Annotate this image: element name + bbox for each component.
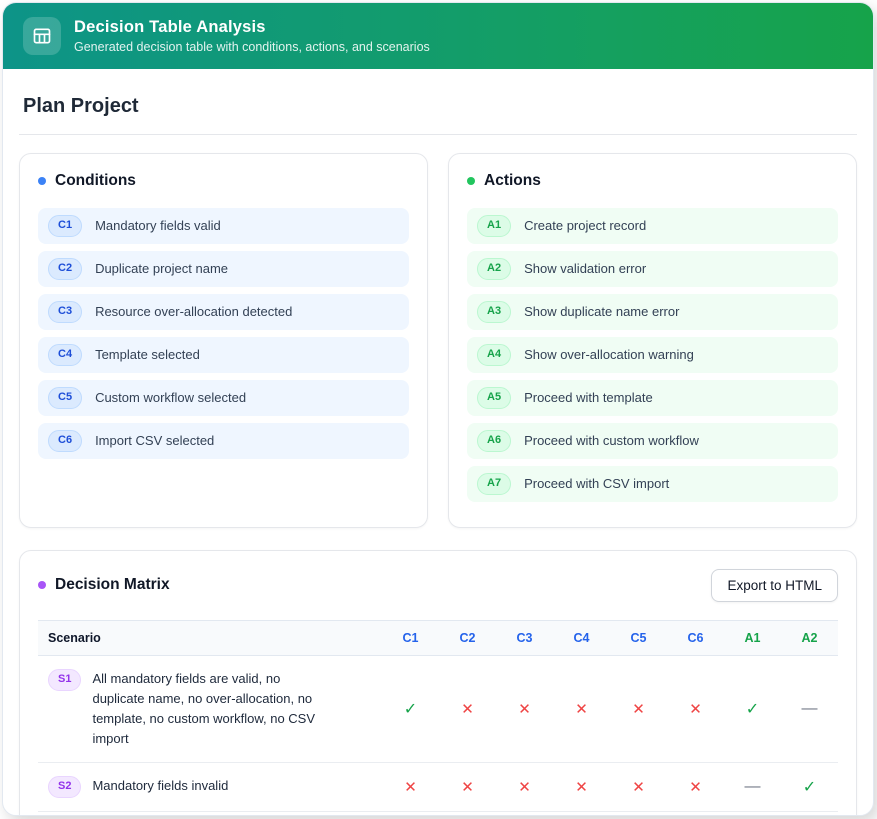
matrix-column-header: A2 [781,621,838,655]
conditions-list: C1 Mandatory fields valid C2 Duplicate p… [38,208,409,459]
conditions-dot-icon [38,177,46,185]
matrix-mark-no: ✕ [632,778,645,796]
matrix-mark-no: ✕ [461,778,474,796]
matrix-column-header: C5 [610,621,667,655]
main-content: Plan Project Conditions C1 Mandatory fie… [3,69,873,816]
condition-badge: C1 [48,215,82,237]
action-item: A7 Proceed with CSV import [467,466,838,502]
action-badge: A7 [477,473,511,495]
matrix-header-row: Scenario C1 C2 C3 C4 C5 C6 A1 A2 [38,620,838,656]
decision-matrix-title-group: Decision Matrix [38,576,170,594]
matrix-column-header: C3 [496,621,553,655]
action-item: A6 Proceed with custom workflow [467,423,838,459]
scenario-badge: S2 [48,776,81,798]
matrix-mark-no: ✕ [575,700,588,718]
condition-item: C3 Resource over-allocation detected [38,294,409,330]
matrix-mark-no: ✕ [461,700,474,718]
action-label: Show validation error [524,261,646,276]
header-text: Decision Table Analysis Generated decisi… [74,18,430,54]
matrix-mark-no: ✕ [689,700,702,718]
actions-card-head: Actions [467,172,838,190]
condition-label: Import CSV selected [95,433,214,448]
decision-matrix-head: Decision Matrix Export to HTML [38,569,838,602]
action-badge: A6 [477,430,511,452]
matrix-mark-yes: ✓ [404,699,417,719]
header-subtitle: Generated decision table with conditions… [74,40,430,54]
condition-item: C2 Duplicate project name [38,251,409,287]
export-to-html-button[interactable]: Export to HTML [711,569,838,602]
header-title: Decision Table Analysis [74,18,430,37]
decision-table-window: Decision Table Analysis Generated decisi… [2,2,874,816]
matrix-column-header: C1 [382,621,439,655]
matrix-mark-no: ✕ [632,700,645,718]
action-item: A3 Show duplicate name error [467,294,838,330]
matrix-column-header: Scenario [38,621,382,655]
action-badge: A4 [477,344,511,366]
decision-matrix-title: Decision Matrix [55,576,170,594]
action-label: Proceed with custom workflow [524,433,699,448]
matrix-column-header: C2 [439,621,496,655]
matrix-mark-no: ✕ [518,778,531,796]
action-label: Proceed with CSV import [524,476,669,491]
conditions-card: Conditions C1 Mandatory fields valid C2 … [19,153,428,528]
matrix-row: S2 Mandatory fields invalid ✕ ✕ ✕ ✕ ✕ ✕ — ✓ [38,763,838,812]
matrix-mark-no: ✕ [518,700,531,718]
decision-matrix-card: Decision Matrix Export to HTML Scenario … [19,550,857,816]
actions-dot-icon [467,177,475,185]
action-item: A2 Show validation error [467,251,838,287]
action-badge: A3 [477,301,511,323]
condition-label: Custom workflow selected [95,390,246,405]
matrix-column-header: C4 [553,621,610,655]
matrix-body: S1 All mandatory fields are valid, no du… [38,656,838,813]
conditions-title: Conditions [55,172,136,190]
scenario-badge: S1 [48,669,81,691]
actions-card: Actions A1 Create project record A2 Show… [448,153,857,528]
matrix-mark-no: ✕ [404,778,417,796]
scenario-label: All mandatory fields are valid, no dupli… [92,669,327,750]
action-item: A1 Create project record [467,208,838,244]
condition-label: Template selected [95,347,200,362]
condition-label: Duplicate project name [95,261,228,276]
matrix-row: S1 All mandatory fields are valid, no du… [38,656,838,764]
app-header: Decision Table Analysis Generated decisi… [3,3,873,69]
action-label: Show over-allocation warning [524,347,694,362]
condition-badge: C4 [48,344,82,366]
condition-label: Resource over-allocation detected [95,304,292,319]
matrix-mark-yes: ✓ [746,699,759,719]
scenario-label: Mandatory fields invalid [92,776,228,796]
action-label: Create project record [524,218,646,233]
action-item: A4 Show over-allocation warning [467,337,838,373]
table-icon [23,17,61,55]
action-label: Show duplicate name error [524,304,679,319]
matrix-mark-no: ✕ [575,778,588,796]
condition-item: C6 Import CSV selected [38,423,409,459]
condition-badge: C6 [48,430,82,452]
matrix-dot-icon [38,581,46,589]
condition-badge: C5 [48,387,82,409]
condition-badge: C3 [48,301,82,323]
condition-label: Mandatory fields valid [95,218,221,233]
page-title: Plan Project [19,89,857,135]
matrix-mark-dash: — [745,778,761,796]
actions-list: A1 Create project record A2 Show validat… [467,208,838,502]
condition-item: C5 Custom workflow selected [38,380,409,416]
matrix-mark-no: ✕ [689,778,702,796]
matrix-mark-dash: — [802,700,818,718]
matrix-mark-yes: ✓ [803,777,816,797]
matrix-column-header: C6 [667,621,724,655]
action-badge: A2 [477,258,511,280]
scenario-cell: S1 All mandatory fields are valid, no du… [38,656,382,763]
conditions-card-head: Conditions [38,172,409,190]
action-badge: A1 [477,215,511,237]
scenario-cell: S2 Mandatory fields invalid [38,763,382,811]
actions-title: Actions [484,172,541,190]
matrix-column-header: A1 [724,621,781,655]
condition-badge: C2 [48,258,82,280]
action-label: Proceed with template [524,390,653,405]
action-badge: A5 [477,387,511,409]
condition-item: C4 Template selected [38,337,409,373]
condition-item: C1 Mandatory fields valid [38,208,409,244]
summary-cards: Conditions C1 Mandatory fields valid C2 … [19,153,857,528]
action-item: A5 Proceed with template [467,380,838,416]
